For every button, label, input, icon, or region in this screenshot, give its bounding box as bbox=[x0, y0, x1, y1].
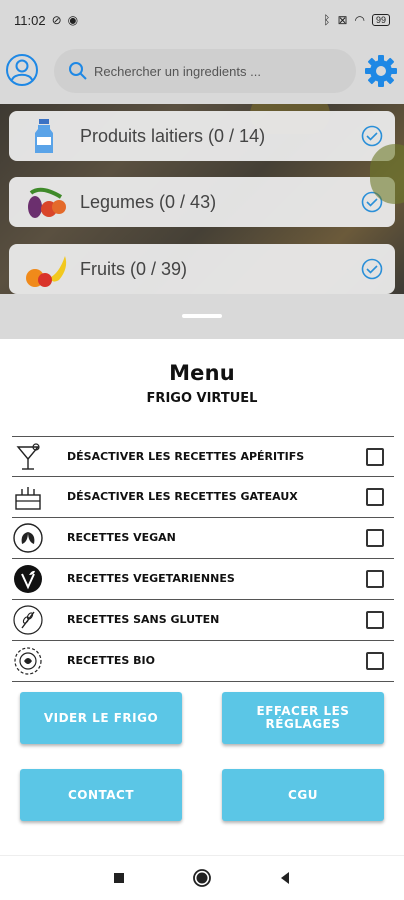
category-fruits[interactable]: Fruits (0 / 39) bbox=[9, 244, 395, 294]
category-label: Legumes (0 / 43) bbox=[80, 191, 217, 212]
mute-icon: ⊠ bbox=[337, 13, 348, 27]
wifi-icon: ◠ bbox=[354, 13, 365, 27]
status-bar: 11:02 ⊘ ◉ ᛒ ⊠ ◠ 99 bbox=[0, 0, 404, 40]
battery-icon: 99 bbox=[371, 14, 390, 26]
vegetarian-icon bbox=[14, 565, 42, 593]
cocktail-icon bbox=[16, 443, 40, 470]
category-dairy[interactable]: Produits laitiers (0 / 14) bbox=[9, 111, 395, 161]
bluetooth-icon: ᛒ bbox=[323, 13, 331, 27]
status-time: 11:02 bbox=[14, 12, 46, 28]
option-checkbox[interactable] bbox=[366, 448, 384, 466]
category-list: Produits laitiers (0 / 14) Legumes (0 / … bbox=[0, 104, 404, 294]
search-icon bbox=[69, 62, 87, 80]
status-left: 11:02 ⊘ ◉ bbox=[14, 13, 78, 28]
menu-subtitle: FRIGO VIRTUEL bbox=[146, 391, 258, 406]
milk-bottle-icon bbox=[35, 119, 53, 153]
vegetables-icon bbox=[28, 187, 66, 218]
category-label: Fruits (0 / 39) bbox=[80, 258, 188, 279]
sheet-drag-area[interactable] bbox=[0, 294, 404, 339]
back-icon[interactable] bbox=[274, 867, 296, 889]
option-row-aperitif[interactable]: DÉSACTIVER LES RECETTES APÉRITIFS bbox=[12, 436, 394, 477]
notification-icon: ⊘ bbox=[51, 13, 62, 27]
option-label: RECETTES VEGETARIENNES bbox=[67, 572, 235, 585]
category-label: Produits laitiers (0 / 14) bbox=[80, 125, 266, 146]
category-vegetables[interactable]: Legumes (0 / 43) bbox=[9, 177, 395, 227]
option-checkbox[interactable] bbox=[366, 488, 384, 506]
option-checkbox[interactable] bbox=[366, 529, 384, 547]
reset-settings-button[interactable]: EFFACER LES RÉGLAGES bbox=[222, 692, 384, 744]
empty-fridge-button[interactable]: VIDER LE FRIGO bbox=[20, 692, 182, 744]
terms-button[interactable]: CGU bbox=[222, 769, 384, 821]
option-checkbox[interactable] bbox=[366, 570, 384, 588]
system-nav-bar bbox=[0, 855, 404, 900]
menu-title: Menu bbox=[169, 361, 235, 385]
option-row-vegetarian[interactable]: RECETTES VEGETARIENNES bbox=[12, 559, 394, 600]
recent-apps-icon[interactable] bbox=[108, 867, 130, 889]
option-row-vegan[interactable]: RECETTES VEGAN bbox=[12, 518, 394, 559]
cake-icon bbox=[15, 487, 41, 510]
bio-label-icon bbox=[14, 647, 42, 675]
option-label: RECETTES BIO bbox=[67, 654, 155, 667]
profile-icon[interactable] bbox=[5, 53, 39, 87]
option-label: DÉSACTIVER LES RECETTES GATEAUX bbox=[67, 490, 298, 503]
drag-handle[interactable] bbox=[182, 314, 222, 318]
option-checkbox[interactable] bbox=[366, 652, 384, 670]
status-right: ᛒ ⊠ ◠ 99 bbox=[323, 13, 390, 27]
menu-sheet: Menu FRIGO VIRTUEL DÉSACTIVER LES RECETT… bbox=[0, 339, 404, 855]
search-input[interactable] bbox=[94, 63, 344, 79]
option-label: RECETTES VEGAN bbox=[67, 531, 176, 544]
option-checkbox[interactable] bbox=[366, 611, 384, 629]
option-row-bio[interactable]: RECETTES BIO bbox=[12, 641, 394, 682]
fruits-icon bbox=[26, 256, 67, 287]
gear-icon[interactable] bbox=[364, 54, 398, 88]
option-label: DÉSACTIVER LES RECETTES APÉRITIFS bbox=[67, 450, 305, 463]
app-notification-icon: ◉ bbox=[67, 13, 79, 27]
option-label: RECETTES SANS GLUTEN bbox=[67, 613, 220, 626]
check-circle-icon[interactable] bbox=[361, 191, 383, 213]
home-icon[interactable] bbox=[191, 867, 213, 889]
option-row-cakes[interactable]: DÉSACTIVER LES RECETTES GATEAUX bbox=[12, 477, 394, 518]
gluten-free-icon bbox=[13, 605, 43, 635]
contact-button[interactable]: CONTACT bbox=[20, 769, 182, 821]
check-circle-icon[interactable] bbox=[361, 125, 383, 147]
option-row-gluten-free[interactable]: RECETTES SANS GLUTEN bbox=[12, 600, 394, 641]
check-circle-icon[interactable] bbox=[361, 258, 383, 280]
vegan-leaf-icon bbox=[13, 523, 43, 553]
top-bar bbox=[0, 40, 404, 104]
search-bar[interactable] bbox=[54, 49, 356, 93]
